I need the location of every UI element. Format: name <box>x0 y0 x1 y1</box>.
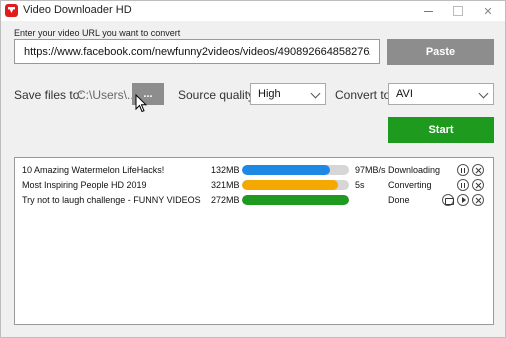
start-button[interactable]: Start <box>388 117 494 143</box>
url-caption: Enter your video URL you want to convert <box>14 28 181 38</box>
download-row[interactable]: Most Inspiring People HD 2019 321MB 5s Conv… <box>15 178 493 193</box>
save-files-label: Save files to: <box>14 88 83 102</box>
close-icon[interactable] <box>472 179 484 191</box>
window-close-button[interactable]: ✕ <box>473 1 503 21</box>
app-window: Video Downloader HD ✕ Enter your video U… <box>0 0 506 338</box>
download-list: 10 Amazing Watermelon LifeHacks! 132MB 97M… <box>14 157 494 325</box>
source-quality-label: Source quality <box>178 88 255 102</box>
download-title: Most Inspiring People HD 2019 <box>22 180 147 190</box>
download-title: 10 Amazing Watermelon LifeHacks! <box>22 165 165 175</box>
close-icon[interactable] <box>472 164 484 176</box>
convert-format-value: AVI <box>396 88 413 100</box>
download-size: 132MB <box>211 165 240 175</box>
paste-button[interactable]: Paste <box>387 39 494 65</box>
convert-format-select[interactable]: AVI <box>388 83 494 105</box>
source-quality-value: High <box>258 88 281 100</box>
progress-bar <box>242 195 349 205</box>
play-icon[interactable] <box>457 194 469 206</box>
progress-bar <box>242 165 349 175</box>
chevron-down-icon <box>478 88 489 99</box>
download-status: Converting <box>388 180 432 190</box>
progress-fill <box>242 165 330 175</box>
download-status: Downloading <box>388 165 441 175</box>
close-icon[interactable] <box>472 194 484 206</box>
download-row[interactable]: Try not to laugh challenge - FUNNY VIDEO… <box>15 193 493 208</box>
minimize-button[interactable] <box>413 1 443 21</box>
url-input[interactable] <box>14 39 380 64</box>
download-row[interactable]: 10 Amazing Watermelon LifeHacks! 132MB 97M… <box>15 163 493 178</box>
pause-icon[interactable] <box>457 164 469 176</box>
download-speed: 97MB/s <box>355 165 386 175</box>
download-speed: 5s <box>355 180 365 190</box>
maximize-button[interactable] <box>443 1 473 21</box>
app-logo-icon <box>5 4 18 17</box>
progress-fill <box>242 195 349 205</box>
save-path-text: C:\Users\... <box>77 88 138 102</box>
window-title: Video Downloader HD <box>23 4 132 16</box>
source-quality-select[interactable]: High <box>250 83 326 105</box>
download-size: 272MB <box>211 195 240 205</box>
progress-bar <box>242 180 349 190</box>
title-bar: Video Downloader HD ✕ <box>1 1 505 21</box>
download-size: 321MB <box>211 180 240 190</box>
download-status: Done <box>388 195 410 205</box>
folder-icon[interactable] <box>442 194 454 206</box>
pause-icon[interactable] <box>457 179 469 191</box>
progress-fill <box>242 180 339 190</box>
download-title: Try not to laugh challenge - FUNNY VIDEO… <box>22 195 201 205</box>
mouse-cursor-icon <box>135 94 147 113</box>
chevron-down-icon <box>310 88 321 99</box>
convert-to-label: Convert to <box>335 88 391 102</box>
